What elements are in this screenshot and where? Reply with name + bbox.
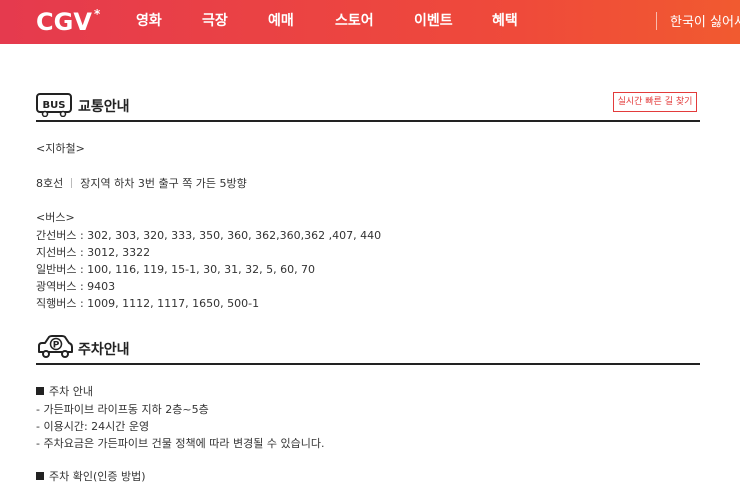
nav-store[interactable]: 스토어 [335, 10, 374, 30]
parking-info-fee-note: - 주차요금은 가든파이브 건물 정책에 따라 변경될 수 있습니다. [36, 437, 325, 450]
bus-line-branch: 지선버스 : 3012, 3322 [36, 246, 151, 259]
nav-booking[interactable]: 예매 [268, 10, 294, 30]
top-nav-bar: CGV * 영화 극장 예매 스토어 이벤트 혜택 한국이 싫어서 [0, 0, 740, 44]
subway-info: 8호선 장지역 하차 3번 출구 쪽 가든 5방향 [36, 175, 247, 191]
parking-info-location: - 가든파이브 라이프동 지하 2층~5층 [36, 403, 209, 416]
bullet-square-icon [36, 472, 44, 480]
nav-movies[interactable]: 영화 [136, 10, 162, 30]
transport-title: 교통안내 [78, 99, 130, 115]
bus-line-general: 일반버스 : 100, 116, 119, 15-1, 30, 31, 32, … [36, 263, 316, 276]
parking-confirm-heading: 주차 확인(인증 방법) [36, 468, 146, 484]
parking-confirm-heading-text: 주차 확인(인증 방법) [49, 470, 146, 483]
subway-line: 8호선 [36, 177, 64, 190]
bus-heading: <버스> [36, 211, 75, 224]
realtime-route-button[interactable]: 실시간 빠른 길 찾기 [613, 92, 697, 112]
cgv-logo[interactable]: CGV * [36, 6, 106, 36]
bus-line-express: 직행버스 : 1009, 1112, 1117, 1650, 500-1 [36, 297, 260, 310]
nav-theaters[interactable]: 극장 [202, 10, 228, 30]
featured-movie-link[interactable]: 한국이 싫어서 [670, 11, 740, 30]
nav-events[interactable]: 이벤트 [414, 10, 453, 30]
parking-info-heading-text: 주차 안내 [49, 385, 93, 398]
bullet-square-icon [36, 387, 44, 395]
svg-text:BUS: BUS [43, 100, 66, 111]
bus-icon: BUS [36, 93, 72, 117]
text-divider [71, 178, 73, 188]
svg-text:*: * [94, 7, 101, 21]
parking-title: 주차안내 [78, 342, 130, 358]
parking-info-heading: 주차 안내 [36, 383, 93, 399]
parking-info-hours: - 이용시간: 24시간 운영 [36, 420, 150, 433]
nav-benefits[interactable]: 혜택 [492, 10, 518, 30]
svg-text:CGV: CGV [36, 8, 92, 36]
nav-divider [656, 12, 657, 30]
subway-desc: 장지역 하차 3번 출구 쪽 가든 5방향 [80, 177, 247, 190]
parking-section-header: P 주차안내 [36, 334, 700, 365]
svg-text:P: P [53, 341, 60, 351]
transport-section-header: BUS 교통안내 [36, 92, 700, 122]
subway-heading: <지하철> [36, 142, 85, 155]
bus-line-metro: 광역버스 : 9403 [36, 280, 116, 293]
bus-line-trunk: 간선버스 : 302, 303, 320, 333, 350, 360, 362… [36, 229, 382, 242]
parking-car-icon: P [38, 335, 73, 358]
